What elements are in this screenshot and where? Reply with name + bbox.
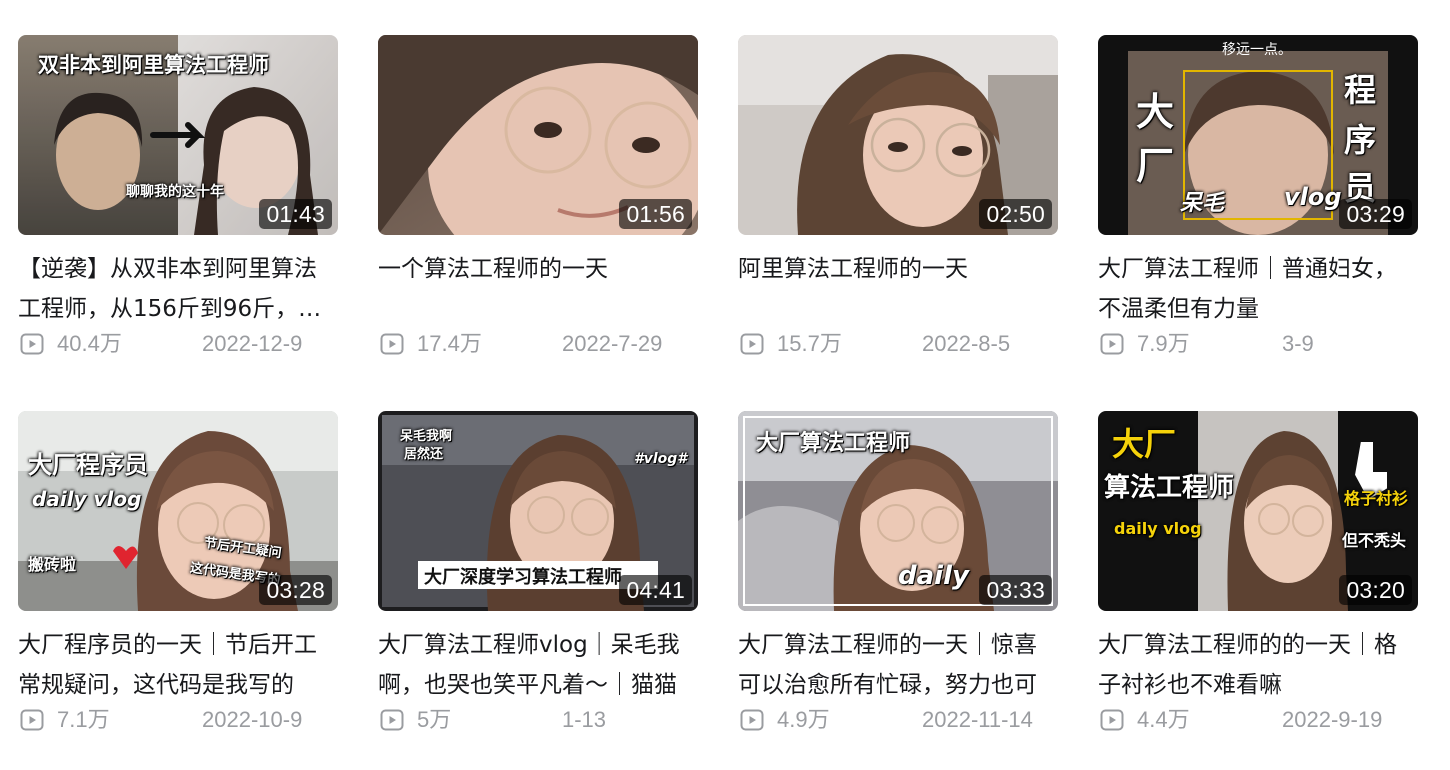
publish-date: 2022-10-9 bbox=[202, 707, 303, 732]
video-thumbnail[interactable]: 02:50 bbox=[738, 35, 1058, 235]
video-thumbnail[interactable]: 大厂 算法工程师 daily vlog 格子衬衫 但不秃头 03:20 bbox=[1098, 411, 1418, 611]
thumbnail-caption: 大厂深度学习算法工程师 bbox=[424, 567, 622, 588]
video-title[interactable]: 大厂程序员的一天｜节后开工常规疑问，这代码是我写的 bbox=[18, 625, 338, 705]
video-meta: 40.4万 2022-12-9 bbox=[18, 329, 338, 359]
video-meta: 5万 1-13 bbox=[378, 705, 698, 735]
duration-badge: 01:43 bbox=[259, 199, 332, 229]
thumbnail-caption: 搬砖啦 bbox=[28, 555, 77, 574]
play-count-icon bbox=[20, 709, 44, 731]
video-thumbnail[interactable]: 大厂算法工程师 daily 03:33 bbox=[738, 411, 1058, 611]
play-count-icon bbox=[740, 333, 764, 355]
video-title[interactable]: 一个算法工程师的一天 bbox=[378, 249, 698, 329]
thumbnail-caption: 大厂程序员 bbox=[28, 451, 148, 479]
video-grid: 双非本到阿里算法工程师 聊聊我的这十年 01:43 【逆袭】从双非本到阿里算法工… bbox=[0, 0, 1450, 770]
video-title[interactable]: 大厂算法工程师｜普通妇女，不温柔但有力量 bbox=[1098, 249, 1418, 329]
video-thumbnail[interactable]: 双非本到阿里算法工程师 聊聊我的这十年 01:43 bbox=[18, 35, 338, 235]
thumbnail-caption: 厂 bbox=[1136, 144, 1175, 188]
thumbnail-caption: daily vlog bbox=[32, 487, 142, 511]
thumbnail-caption: 大厂算法工程师 bbox=[756, 431, 911, 456]
video-card[interactable]: 双非本到阿里算法工程师 聊聊我的这十年 01:43 【逆袭】从双非本到阿里算法工… bbox=[18, 35, 338, 359]
view-count: 40.4万 bbox=[57, 331, 122, 356]
publish-date: 3-9 bbox=[1282, 331, 1314, 356]
duration-badge: 04:41 bbox=[619, 575, 692, 605]
publish-date: 2022-12-9 bbox=[202, 331, 303, 356]
thumbnail-caption: daily bbox=[898, 561, 969, 591]
thumbnail-caption: 聊聊我的这十年 bbox=[126, 184, 224, 200]
video-title[interactable]: 大厂算法工程师vlog｜呆毛我啊，也哭也笑平凡着～｜猫猫 bbox=[378, 625, 698, 705]
duration-badge: 03:28 bbox=[259, 575, 332, 605]
duration-badge: 03:33 bbox=[979, 575, 1052, 605]
duration-badge: 03:20 bbox=[1339, 575, 1412, 605]
play-count-icon bbox=[1100, 333, 1124, 355]
thumbnail-caption: 序 bbox=[1344, 121, 1377, 159]
thumbnail-caption: 移远一点。 bbox=[1222, 42, 1292, 58]
video-thumbnail[interactable]: 移远一点。 大 厂 程 序 员 呆毛 vlog 03:29 bbox=[1098, 35, 1418, 235]
play-count-icon bbox=[740, 709, 764, 731]
video-card[interactable]: 大厂程序员 daily vlog 搬砖啦 节后开工疑问 这代码是我写的 03:2… bbox=[18, 411, 338, 735]
video-meta: 17.4万 2022-7-29 bbox=[378, 329, 698, 359]
duration-badge: 02:50 bbox=[979, 199, 1052, 229]
view-count: 7.1万 bbox=[57, 707, 110, 732]
view-count: 15.7万 bbox=[777, 331, 842, 356]
thumbnail-caption: vlog bbox=[1284, 183, 1342, 211]
thumbnail-caption: 算法工程师 bbox=[1104, 473, 1235, 503]
duration-badge: 01:56 bbox=[619, 199, 692, 229]
publish-date: 2022-7-29 bbox=[562, 331, 663, 356]
view-count: 4.9万 bbox=[777, 707, 830, 732]
publish-date: 2022-8-5 bbox=[922, 331, 1011, 356]
video-card[interactable]: 大厂 算法工程师 daily vlog 格子衬衫 但不秃头 03:20 大厂算法… bbox=[1098, 411, 1418, 735]
play-count-icon bbox=[380, 333, 404, 355]
video-title[interactable]: 阿里算法工程师的一天 bbox=[738, 249, 1058, 329]
video-card[interactable]: 大厂算法工程师 daily 03:33 大厂算法工程师的一天｜惊喜可以治愈所有忙… bbox=[738, 411, 1058, 735]
thumbnail-caption: 呆毛我啊 bbox=[400, 429, 453, 444]
thumbnail-caption: 大 bbox=[1136, 90, 1175, 134]
video-card[interactable]: 大厂深度学习算法工程师 呆毛我啊 居然还 #vlog# 04:41 大厂算法工程… bbox=[378, 411, 698, 735]
video-meta: 7.9万 3-9 bbox=[1098, 329, 1418, 359]
video-card[interactable]: 01:56 一个算法工程师的一天 17.4万 2022-7-29 bbox=[378, 35, 698, 359]
thumbnail-caption: 呆毛 bbox=[1180, 191, 1225, 216]
video-title[interactable]: 大厂算法工程师的的一天｜格子衬衫也不难看嘛 bbox=[1098, 625, 1418, 705]
view-count: 7.9万 bbox=[1137, 331, 1190, 356]
video-title[interactable]: 【逆袭】从双非本到阿里算法工程师，从156斤到96斤，聊聊我的这十年 bbox=[18, 249, 338, 329]
duration-badge: 03:29 bbox=[1339, 199, 1412, 229]
video-thumbnail[interactable]: 大厂程序员 daily vlog 搬砖啦 节后开工疑问 这代码是我写的 03:2… bbox=[18, 411, 338, 611]
play-count-icon bbox=[1100, 709, 1124, 731]
thumbnail-caption: 大厂 bbox=[1112, 425, 1177, 463]
thumbnail-caption: 程 bbox=[1344, 71, 1377, 109]
view-count: 4.4万 bbox=[1137, 707, 1190, 732]
video-meta: 15.7万 2022-8-5 bbox=[738, 329, 1058, 359]
thumbnail-caption: daily vlog bbox=[1114, 519, 1202, 538]
video-card[interactable]: 移远一点。 大 厂 程 序 员 呆毛 vlog 03:29 大厂算法工程师｜普通… bbox=[1098, 35, 1418, 359]
thumbnail-caption: 居然还 bbox=[404, 447, 444, 462]
video-card[interactable]: 02:50 阿里算法工程师的一天 15.7万 2022-8-5 bbox=[738, 35, 1058, 359]
view-count: 5万 bbox=[417, 707, 452, 732]
video-thumbnail[interactable]: 大厂深度学习算法工程师 呆毛我啊 居然还 #vlog# 04:41 bbox=[378, 411, 698, 611]
thumbnail-caption: 格子衬衫 bbox=[1344, 489, 1409, 508]
video-meta: 7.1万 2022-10-9 bbox=[18, 705, 338, 735]
view-count: 17.4万 bbox=[417, 331, 482, 356]
video-title[interactable]: 大厂算法工程师的一天｜惊喜可以治愈所有忙碌，努力也可 bbox=[738, 625, 1058, 705]
thumbnail-caption: #vlog# bbox=[634, 451, 688, 467]
thumbnail-caption: 双非本到阿里算法工程师 bbox=[38, 53, 269, 77]
publish-date: 1-13 bbox=[562, 707, 607, 732]
video-meta: 4.4万 2022-9-19 bbox=[1098, 705, 1418, 735]
thumbnail-caption: 但不秃头 bbox=[1342, 531, 1407, 550]
play-count-icon bbox=[380, 709, 404, 731]
publish-date: 2022-9-19 bbox=[1282, 707, 1383, 732]
video-thumbnail[interactable]: 01:56 bbox=[378, 35, 698, 235]
play-count-icon bbox=[20, 333, 44, 355]
video-meta: 4.9万 2022-11-14 bbox=[738, 705, 1058, 735]
publish-date: 2022-11-14 bbox=[922, 707, 1033, 732]
